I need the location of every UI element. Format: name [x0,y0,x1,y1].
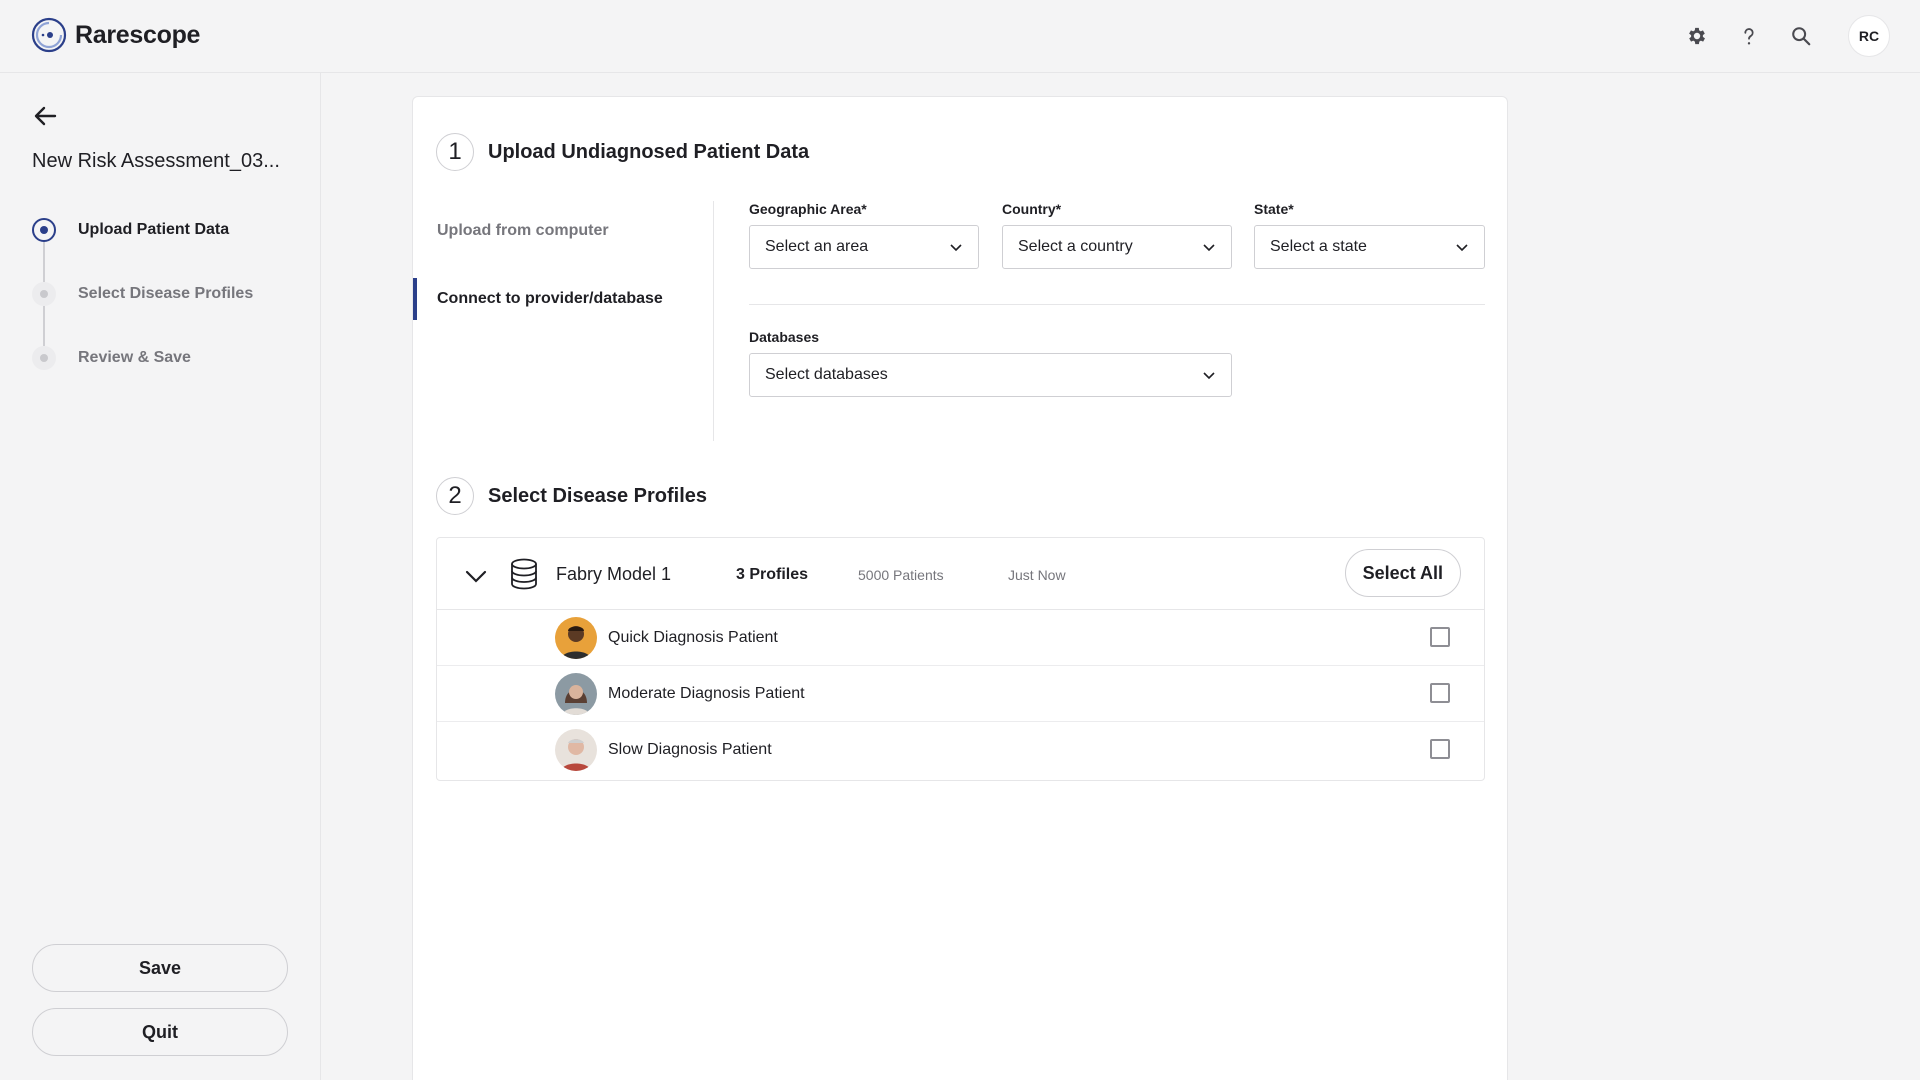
chevron-down-icon [950,244,962,252]
section-disease-profiles-header: 2 Select Disease Profiles [436,477,707,515]
patient-checkbox[interactable] [1430,683,1450,703]
database-icon [511,558,537,590]
quit-button[interactable]: Quit [32,1008,288,1056]
geographic-area-select[interactable]: Select an area [749,225,979,269]
select-value: Select databases [765,366,888,383]
country-field: Country* Select a country [1002,201,1232,269]
sidebar: New Risk Assessment_03... Upload Patient… [0,73,321,1080]
patient-name: Moderate Diagnosis Patient [608,685,805,702]
app-logo[interactable]: Rarescope [31,17,200,53]
chevron-down-icon [1203,244,1215,252]
patient-avatar [555,617,597,659]
section-upload-header: 1 Upload Undiagnosed Patient Data [436,133,809,171]
header-actions: RC [1682,15,1890,57]
rarescope-logo-icon [31,17,67,53]
patient-count: 5000 Patients [858,567,944,583]
step-label: Review & Save [78,349,191,366]
step-label: Upload Patient Data [78,221,230,238]
section-title: Select Disease Profiles [488,484,708,507]
disease-model-card: Fabry Model 1 3 Profiles 5000 Patients J… [436,537,1485,781]
chevron-down-icon [1456,244,1468,252]
model-name: Fabry Model 1 [556,564,672,584]
patient-checkbox[interactable] [1430,739,1450,759]
geographic-area-field: Geographic Area* Select an area [749,201,979,269]
list-item: Moderate Diagnosis Patient [437,666,1484,722]
select-value: Select a state [1270,238,1367,255]
country-select[interactable]: Select a country [1002,225,1232,269]
profile-count: 3 Profiles [736,566,809,583]
step-active-indicator [32,218,56,242]
vertical-divider [713,201,714,441]
horizontal-divider [749,304,1485,305]
stepper: Upload Patient Data Select Disease Profi… [32,218,253,410]
tab-upload-from-computer[interactable]: Upload from computer [413,197,713,265]
step-select-disease-profiles[interactable]: Select Disease Profiles [32,282,253,346]
patient-name: Quick Diagnosis Patient [608,629,778,646]
help-icon[interactable] [1734,21,1764,51]
select-all-button[interactable]: Select All [1344,549,1461,597]
app-name: Rarescope [75,20,201,49]
tab-connect-provider[interactable]: Connect to provider/database [413,265,713,333]
updated-time: Just Now [1008,567,1066,583]
patient-name: Slow Diagnosis Patient [608,741,772,758]
patient-avatar [555,673,597,715]
state-select[interactable]: Select a state [1254,225,1485,269]
section-title: Upload Undiagnosed Patient Data [488,140,810,163]
step-label: Select Disease Profiles [78,285,254,302]
field-label: Country* [1002,201,1062,217]
patient-checkbox[interactable] [1430,627,1450,647]
databases-field: Databases Select databases [749,329,1232,397]
model-header: Fabry Model 1 3 Profiles 5000 Patients J… [437,538,1484,610]
select-value: Select an area [765,238,869,255]
field-label: State* [1254,201,1294,217]
step-connector [43,306,45,346]
top-bar: Rarescope RC [0,0,1920,73]
settings-gear-icon[interactable] [1682,21,1712,51]
step-upload-patient-data[interactable]: Upload Patient Data [32,218,253,282]
main-card: 1 Upload Undiagnosed Patient Data Upload… [412,96,1508,1080]
step-review-save[interactable]: Review & Save [32,346,253,410]
list-item: Slow Diagnosis Patient [437,722,1484,778]
step-connector [43,242,45,282]
section-number: 2 [436,477,474,515]
databases-select[interactable]: Select databases [749,353,1232,397]
select-value: Select a country [1018,238,1133,255]
collapse-chevron-icon[interactable] [462,562,490,590]
field-label: Geographic Area* [749,201,867,217]
user-avatar[interactable]: RC [1848,15,1890,57]
assessment-title: New Risk Assessment_03... [32,150,280,172]
step-inactive-indicator [32,346,56,370]
section-number: 1 [436,133,474,171]
search-icon[interactable] [1786,21,1816,51]
back-arrow-icon[interactable] [30,101,60,131]
save-button[interactable]: Save [32,944,288,992]
upload-source-tabs: Upload from computer Connect to provider… [413,197,713,333]
step-inactive-indicator [32,282,56,306]
field-label: Databases [749,329,820,345]
chevron-down-icon [1203,372,1215,380]
list-item: Quick Diagnosis Patient [437,610,1484,666]
state-field: State* Select a state [1254,201,1485,269]
patient-avatar [555,729,597,771]
